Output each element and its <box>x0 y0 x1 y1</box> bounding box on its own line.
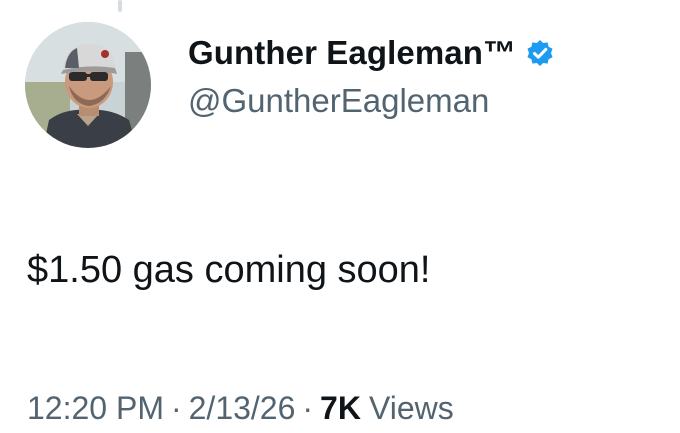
tweet-author: Gunther Eagleman™ @GuntherEagleman <box>188 36 668 117</box>
tweet-text: $1.50 gas coming soon! <box>27 249 431 291</box>
views-label: Views <box>368 390 454 426</box>
meta-separator: · <box>170 390 182 426</box>
views-count[interactable]: 7K <box>320 392 361 424</box>
display-name-row: Gunther Eagleman™ <box>188 36 668 70</box>
thread-connector-line <box>118 0 122 12</box>
tweet-time[interactable]: 12:20 PM <box>27 392 164 424</box>
tweet-meta: 12:20 PM · 2/13/26 · 7K Views <box>27 392 454 424</box>
tweet-card: Gunther Eagleman™ @GuntherEagleman $1.50… <box>0 0 680 433</box>
verified-badge-icon <box>524 38 556 70</box>
display-name[interactable]: Gunther Eagleman™ <box>188 36 516 69</box>
tweet-date[interactable]: 2/13/26 <box>189 392 296 424</box>
avatar[interactable] <box>25 22 151 148</box>
meta-separator: · <box>302 390 314 426</box>
user-handle[interactable]: @GuntherEagleman <box>188 84 668 117</box>
profile-photo-icon <box>25 22 151 148</box>
